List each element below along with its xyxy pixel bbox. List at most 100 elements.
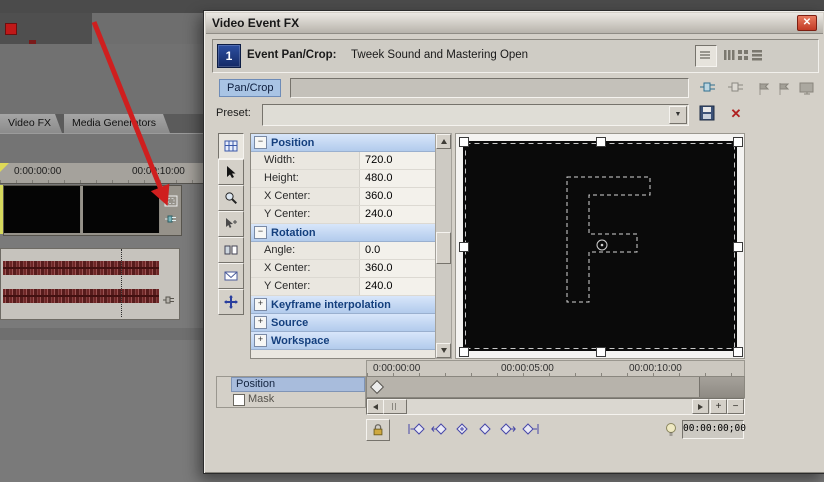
insert-keyframe-button[interactable]: [452, 420, 472, 438]
zoom-in-button[interactable]: +: [710, 399, 727, 414]
properties-scrollbar[interactable]: [435, 133, 452, 359]
event-fx-icon[interactable]: [162, 293, 176, 311]
last-keyframe-button[interactable]: [521, 420, 541, 438]
keyframe-type-button[interactable]: [475, 420, 495, 438]
snapping-bulb-icon[interactable]: [664, 422, 678, 438]
keyframe-marker[interactable]: [370, 380, 384, 394]
video-event-thumbnail: [83, 186, 160, 233]
zoom-tool-button[interactable]: [218, 185, 244, 211]
combo-dropdown-icon[interactable]: ▼: [669, 106, 687, 124]
tab-media-generators[interactable]: Media Generators: [64, 114, 170, 133]
scroll-left-button[interactable]: [367, 399, 384, 414]
property-value[interactable]: 240.0: [359, 278, 435, 295]
property-value[interactable]: 360.0: [359, 188, 435, 205]
keyframe-scrollbar[interactable]: + −: [366, 398, 745, 415]
property-row: Angle:0.0: [251, 242, 435, 260]
magnifier-icon: [224, 191, 238, 205]
sync-cursor-button[interactable]: [366, 419, 390, 441]
property-value[interactable]: 240.0: [359, 206, 435, 223]
resize-handle-top-left[interactable]: [459, 137, 469, 147]
monitor-icon[interactable]: [798, 81, 816, 97]
timeline-marker-icon[interactable]: [0, 163, 9, 172]
mask-checkbox[interactable]: [233, 394, 245, 406]
marker-flag-icon[interactable]: [776, 81, 794, 97]
keyframe-time-label: 00:00:05:00: [501, 363, 554, 374]
timeline-ruler[interactable]: 0:00:00:00 00:00:10:00: [0, 163, 203, 184]
expand-icon[interactable]: +: [254, 316, 267, 329]
previous-keyframe-button[interactable]: [429, 420, 449, 438]
property-value[interactable]: 720.0: [359, 152, 435, 169]
section-header-source[interactable]: + Source: [251, 314, 435, 332]
ruler-time-label: 00:00:10:00: [132, 166, 185, 177]
scroll-up-button[interactable]: [436, 134, 451, 149]
audio-event[interactable]: [0, 248, 180, 320]
move-cross-icon: [224, 295, 238, 309]
video-event[interactable]: [3, 185, 182, 236]
section-header-workspace[interactable]: + Workspace: [251, 332, 435, 350]
layout-columns-icon[interactable]: [723, 48, 737, 62]
collapse-icon[interactable]: −: [254, 136, 267, 149]
right-arrow-icon: [698, 404, 703, 410]
preset-combobox[interactable]: ▼: [262, 104, 689, 126]
pan-crop-icon[interactable]: [164, 194, 178, 212]
scroll-down-button[interactable]: [436, 343, 451, 358]
cursor-time-display[interactable]: 00:00:00;00: [682, 420, 744, 439]
resize-handle-bottom-center[interactable]: [596, 347, 606, 357]
edit-tool-button[interactable]: [218, 133, 244, 159]
resize-handle-top-right[interactable]: [733, 137, 743, 147]
layout-grid-icon[interactable]: [737, 48, 751, 62]
delete-preset-icon[interactable]: ✕: [726, 104, 746, 124]
close-button[interactable]: ✕: [797, 15, 817, 31]
plugin-name-label: Event Pan/Crop:: [247, 49, 336, 61]
marker-flag-icon[interactable]: [756, 81, 774, 97]
tab-video-fx[interactable]: Video FX: [0, 114, 62, 133]
resize-handle-middle-left[interactable]: [459, 242, 469, 252]
scroll-right-button[interactable]: [692, 399, 709, 414]
layer-row-mask[interactable]: Mask: [217, 392, 365, 407]
layout-list-button[interactable]: [695, 45, 717, 67]
dialog-titlebar[interactable]: Video Event FX ✕: [206, 13, 823, 34]
resize-handle-bottom-left[interactable]: [459, 347, 469, 357]
remove-plugin-icon[interactable]: [726, 77, 746, 97]
plugin-chain-item-pan-crop[interactable]: Pan/Crop: [219, 79, 281, 97]
next-keyframe-button[interactable]: [498, 420, 518, 438]
mail-view-button[interactable]: [218, 263, 244, 289]
zoom-out-button[interactable]: −: [727, 399, 744, 414]
pan-crop-workspace[interactable]: [455, 133, 745, 359]
first-keyframe-button[interactable]: [406, 420, 426, 438]
expand-icon[interactable]: +: [254, 334, 267, 347]
property-label: X Center:: [251, 188, 359, 205]
layer-row-position[interactable]: Position: [217, 377, 365, 392]
crop-canvas[interactable]: [463, 141, 737, 351]
layer-label: Position: [236, 377, 275, 392]
scrollbar-thumb[interactable]: [436, 232, 451, 264]
section-header-position[interactable]: − Position: [251, 134, 435, 152]
resize-handle-top-center[interactable]: [596, 137, 606, 147]
save-preset-icon[interactable]: [698, 104, 718, 124]
tab-label: Media Generators: [72, 117, 156, 129]
collapse-icon[interactable]: −: [254, 226, 267, 239]
resize-handle-bottom-right[interactable]: [733, 347, 743, 357]
property-value[interactable]: 360.0: [359, 260, 435, 277]
keyframe-ruler[interactable]: 0:00:00:00 00:00:05:00 00:00:10:00: [366, 360, 745, 377]
event-fx-icon[interactable]: [164, 212, 178, 230]
section-header-keyframe-interpolation[interactable]: + Keyframe interpolation: [251, 296, 435, 314]
scrollbar-thumb[interactable]: [383, 399, 407, 414]
layer-label: Mask: [248, 392, 274, 407]
media-end-region: [699, 377, 744, 397]
section-header-rotation[interactable]: − Rotation: [251, 224, 435, 242]
selection-tool-button[interactable]: [218, 159, 244, 185]
resize-handle-middle-right[interactable]: [733, 242, 743, 252]
expand-icon[interactable]: +: [254, 298, 267, 311]
layout-rows-icon[interactable]: [751, 48, 765, 62]
property-value[interactable]: 480.0: [359, 170, 435, 187]
property-label: X Center:: [251, 260, 359, 277]
plugin-chain-icon[interactable]: [698, 77, 718, 97]
edit-points-tool-button[interactable]: [218, 211, 244, 237]
split-view-button[interactable]: [218, 237, 244, 263]
keyframe-properties-panel: − Position Width:720.0 Height:480.0 X Ce…: [250, 133, 436, 359]
keyframe-track[interactable]: [366, 376, 745, 398]
window-docking-area: [0, 44, 203, 114]
property-value[interactable]: 0.0: [359, 242, 435, 259]
pan-tool-button[interactable]: [218, 289, 244, 315]
